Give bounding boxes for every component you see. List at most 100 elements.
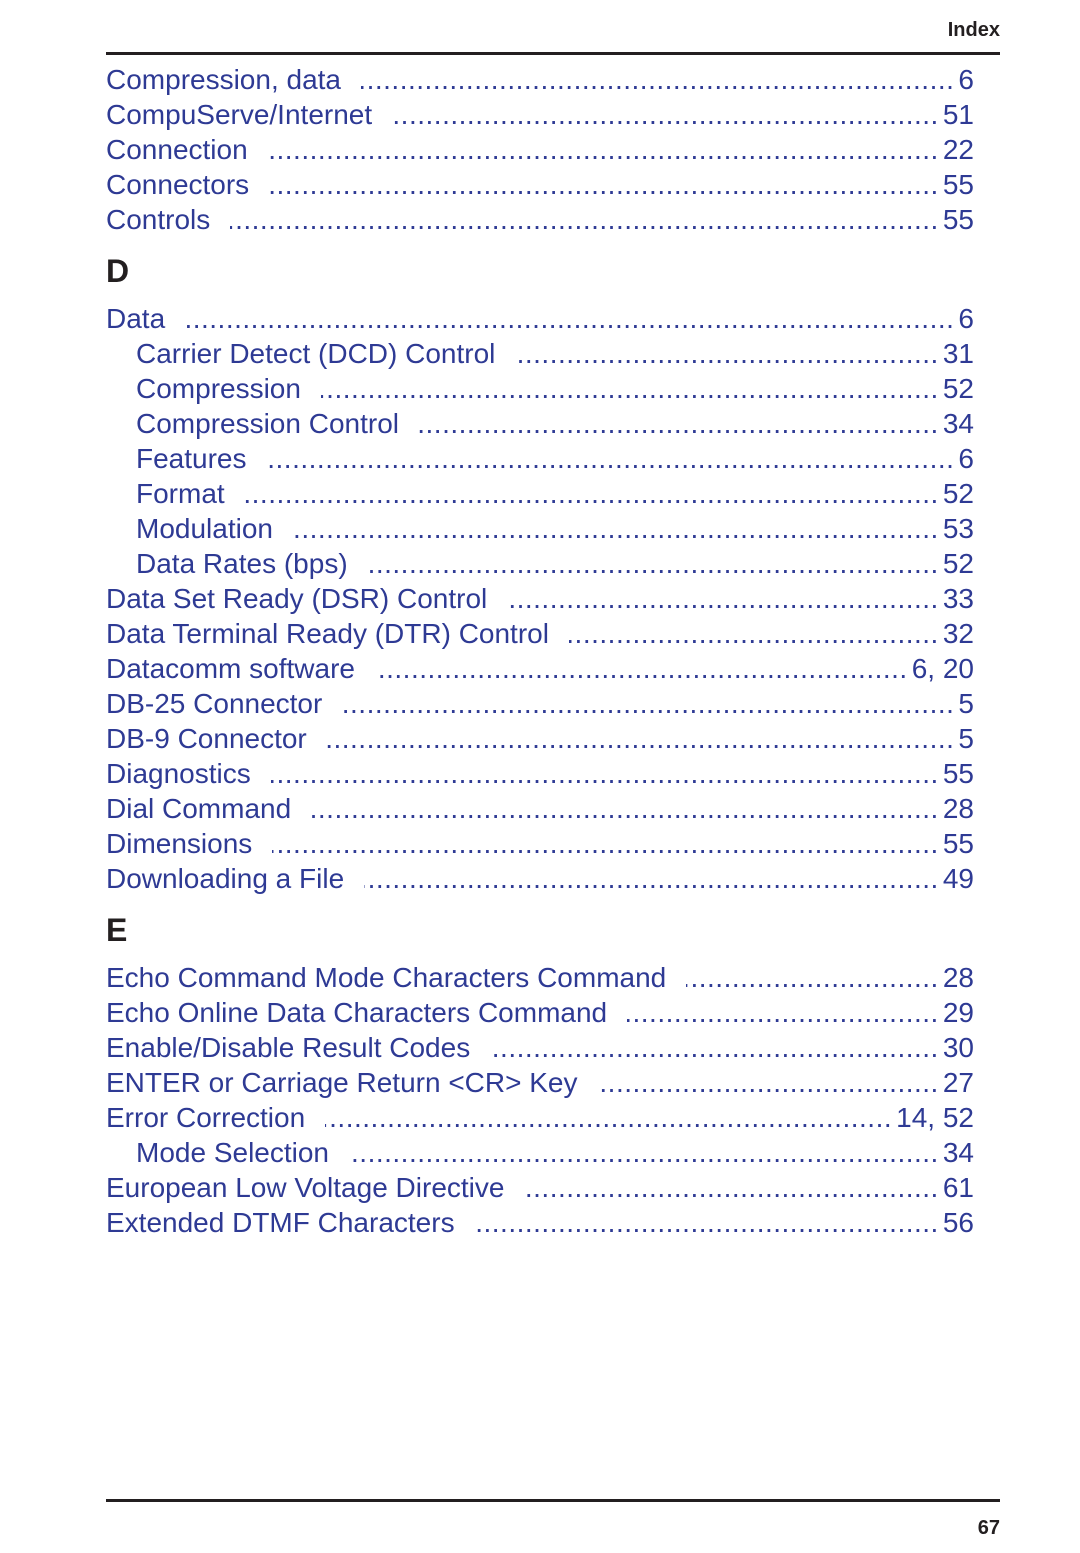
entry-term[interactable]: Format xyxy=(136,478,245,510)
entry-page-numbers[interactable]: 34 xyxy=(939,408,974,440)
entry-page-numbers[interactable]: 52 xyxy=(939,548,974,580)
entry-term[interactable]: Mode Selection xyxy=(136,1137,349,1169)
footer-rule xyxy=(106,1499,1000,1502)
index-subentry[interactable]: Format 52 xyxy=(106,476,974,511)
index-subentry[interactable]: Compression 52 xyxy=(106,371,974,406)
entry-page-numbers[interactable]: 53 xyxy=(939,513,974,545)
running-header: Index xyxy=(947,19,1000,41)
entry-page-numbers[interactable]: 27 xyxy=(939,1067,974,1099)
entry-term[interactable]: Compression Control xyxy=(136,408,419,440)
entry-term[interactable]: Echo Command Mode Characters Command xyxy=(106,962,686,994)
entry-term[interactable]: Extended DTMF Characters xyxy=(106,1207,475,1239)
index-subentry[interactable]: Features 6 xyxy=(106,441,974,476)
entry-term[interactable]: Downloading a File xyxy=(106,863,364,895)
entry-page-numbers[interactable]: 28 xyxy=(939,962,974,994)
entry-term[interactable]: Connectors xyxy=(106,169,269,201)
entry-term[interactable]: Echo Online Data Characters Command xyxy=(106,997,627,1029)
entry-term[interactable]: Data Terminal Ready (DTR) Control xyxy=(106,618,569,650)
entry-page-numbers[interactable]: 30 xyxy=(939,1032,974,1064)
entry-page-numbers[interactable]: 55 xyxy=(939,169,974,201)
index-entry[interactable]: Connection 22 xyxy=(106,132,974,167)
entry-term[interactable]: Compression, data xyxy=(106,64,361,96)
index-entry[interactable]: Connectors 55 xyxy=(106,167,974,202)
entry-term[interactable]: Features xyxy=(136,443,267,475)
index-entry[interactable]: Echo Command Mode Characters Command 28 xyxy=(106,960,974,995)
index-entry[interactable]: Datacomm software 6, 20 xyxy=(106,651,974,686)
entry-term[interactable]: Modulation xyxy=(136,513,293,545)
index-entry[interactable]: Dimensions 55 xyxy=(106,826,974,861)
entry-page-numbers[interactable]: 22 xyxy=(939,134,974,166)
entry-term[interactable]: Data Rates (bps) xyxy=(136,548,368,580)
entry-term[interactable]: DB-9 Connector xyxy=(106,723,327,755)
entry-page-numbers[interactable]: 49 xyxy=(939,863,974,895)
entry-term[interactable]: Error Correction xyxy=(106,1102,325,1134)
index-entry[interactable]: Diagnostics 55 xyxy=(106,756,974,791)
index-entry[interactable]: Controls 55 xyxy=(106,202,974,237)
entry-page-numbers[interactable]: 51 xyxy=(939,99,974,131)
entry-page-numbers[interactable]: 6 xyxy=(954,64,974,96)
entry-page-numbers[interactable]: 32 xyxy=(939,618,974,650)
entry-page-numbers[interactable]: 31 xyxy=(939,338,974,370)
entry-page-numbers[interactable]: 29 xyxy=(939,997,974,1029)
index-entry[interactable]: Echo Online Data Characters Command 29 xyxy=(106,995,974,1030)
index-entry[interactable]: Dial Command 28 xyxy=(106,791,974,826)
entry-page-numbers[interactable]: 28 xyxy=(939,793,974,825)
entry-term[interactable]: Data xyxy=(106,303,185,335)
entry-page-numbers[interactable]: 56 xyxy=(939,1207,974,1239)
entry-page-numbers[interactable]: 55 xyxy=(939,758,974,790)
index-entry[interactable]: Extended DTMF Characters 56 xyxy=(106,1205,974,1240)
entry-term[interactable]: European Low Voltage Directive xyxy=(106,1172,524,1204)
entry-term[interactable]: Controls xyxy=(106,204,230,236)
index-entry[interactable]: DB-25 Connector 5 xyxy=(106,686,974,721)
entry-term[interactable]: Enable/Disable Result Codes xyxy=(106,1032,490,1064)
index-entry[interactable]: Data Terminal Ready (DTR) Control 32 xyxy=(106,616,974,651)
entry-page-numbers[interactable]: 55 xyxy=(939,828,974,860)
index-subentry[interactable]: Data Rates (bps) 52 xyxy=(106,546,974,581)
entry-page-numbers[interactable]: 55 xyxy=(939,204,974,236)
index-section-d: Data6Carrier Detect (DCD) Control31Compr… xyxy=(106,301,974,896)
entry-term[interactable]: Dial Command xyxy=(106,793,311,825)
entry-term[interactable]: Data Set Ready (DSR) Control xyxy=(106,583,507,615)
entry-page-numbers[interactable]: 33 xyxy=(939,583,974,615)
entry-term[interactable]: Compression xyxy=(136,373,321,405)
dot-leader xyxy=(375,651,908,686)
entry-term[interactable]: Carrier Detect (DCD) Control xyxy=(136,338,515,370)
index-entry[interactable]: Data Set Ready (DSR) Control 33 xyxy=(106,581,974,616)
entry-term[interactable]: Connection xyxy=(106,134,268,166)
entry-term[interactable]: Dimensions xyxy=(106,828,272,860)
entry-page-numbers[interactable]: 6 xyxy=(954,303,974,335)
index-entry[interactable]: Enable/Disable Result Codes 30 xyxy=(106,1030,974,1065)
entry-term[interactable]: CompuServe/Internet xyxy=(106,99,392,131)
index-subentry[interactable]: Modulation 53 xyxy=(106,511,974,546)
entry-page-numbers[interactable]: 52 xyxy=(939,373,974,405)
entry-term[interactable]: ENTER or Carriage Return <CR> Key xyxy=(106,1067,598,1099)
entry-page-numbers[interactable]: 5 xyxy=(954,723,974,755)
dot-leader xyxy=(245,476,939,511)
index-entry[interactable]: European Low Voltage Directive 61 xyxy=(106,1170,974,1205)
entry-page-numbers[interactable]: 52 xyxy=(939,478,974,510)
entry-page-numbers[interactable]: 5 xyxy=(954,688,974,720)
dot-leader xyxy=(419,406,939,441)
index-subentry[interactable]: Carrier Detect (DCD) Control 31 xyxy=(106,336,974,371)
entry-page-numbers[interactable]: 6, 20 xyxy=(908,653,974,685)
index-entry[interactable]: ENTER or Carriage Return <CR> Key 27 xyxy=(106,1065,974,1100)
entry-term[interactable]: DB-25 Connector xyxy=(106,688,342,720)
entry-page-numbers[interactable]: 6 xyxy=(954,443,974,475)
index-entry[interactable]: DB-9 Connector 5 xyxy=(106,721,974,756)
index-entry[interactable]: Compression, data 6 xyxy=(106,62,974,97)
index-entry[interactable]: Downloading a File 49 xyxy=(106,861,974,896)
index-subentry[interactable]: Compression Control 34 xyxy=(106,406,974,441)
index-section-c-continued: Compression, data6CompuServe/Internet51C… xyxy=(106,62,974,237)
entry-term[interactable]: Datacomm software xyxy=(106,653,375,685)
dot-leader xyxy=(368,546,939,581)
index-entry[interactable]: Error Correction 14, 52 xyxy=(106,1100,974,1135)
dot-leader xyxy=(490,1030,939,1065)
entry-page-numbers[interactable]: 61 xyxy=(939,1172,974,1204)
index-entry[interactable]: Data 6 xyxy=(106,301,974,336)
entry-page-numbers[interactable]: 34 xyxy=(939,1137,974,1169)
header-rule xyxy=(106,52,1000,55)
entry-term[interactable]: Diagnostics xyxy=(106,758,271,790)
entry-page-numbers[interactable]: 14, 52 xyxy=(892,1102,974,1134)
index-subentry[interactable]: Mode Selection 34 xyxy=(106,1135,974,1170)
index-entry[interactable]: CompuServe/Internet 51 xyxy=(106,97,974,132)
